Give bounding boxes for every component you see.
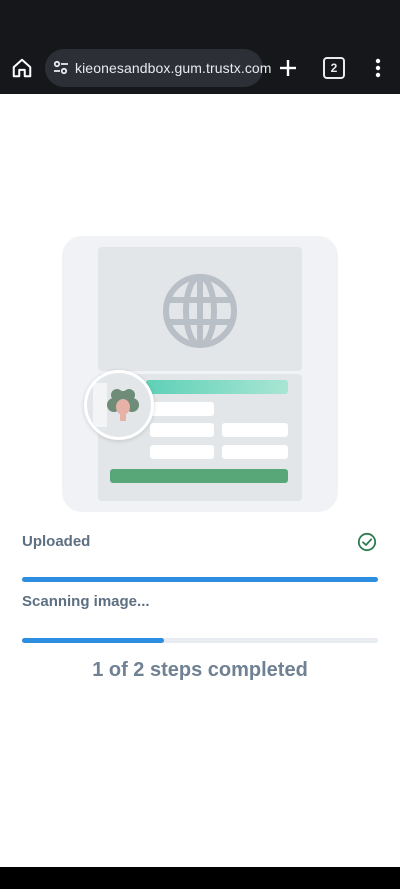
new-tab-button[interactable] bbox=[276, 56, 300, 80]
id-document-illustration bbox=[62, 236, 338, 512]
url-text[interactable]: kieonesandbox.gum.trustx.com bbox=[75, 60, 272, 76]
site-settings-button[interactable] bbox=[51, 58, 71, 78]
uploaded-progress-bar bbox=[22, 577, 378, 582]
scanning-progress-bar bbox=[22, 638, 378, 643]
tune-icon bbox=[53, 60, 68, 75]
document-field bbox=[150, 423, 214, 437]
plus-icon bbox=[280, 60, 296, 76]
home-icon bbox=[12, 58, 32, 78]
uploaded-progress-fill bbox=[22, 577, 378, 582]
uploaded-label: Uploaded bbox=[22, 533, 91, 550]
system-navigation-bar bbox=[0, 867, 400, 889]
browser-toolbar: kieonesandbox.gum.trustx.com 2 bbox=[0, 0, 400, 94]
scanning-label: Scanning image... bbox=[22, 593, 150, 610]
browser-menu-button[interactable] bbox=[368, 56, 388, 80]
steps-completed-text: 1 of 2 steps completed bbox=[92, 659, 308, 681]
scanning-progress-fill bbox=[22, 638, 165, 643]
document-field bbox=[222, 423, 288, 437]
address-bar[interactable]: kieonesandbox.gum.trustx.com bbox=[45, 49, 271, 87]
document-field bbox=[146, 402, 214, 416]
document-photo-avatar bbox=[84, 370, 154, 440]
document-mrz-strip bbox=[110, 469, 288, 483]
status-bar bbox=[0, 0, 400, 40]
more-vert-icon bbox=[375, 58, 381, 78]
document-header-strip bbox=[146, 380, 288, 394]
document-field bbox=[150, 445, 214, 459]
tab-switcher-button[interactable]: 2 bbox=[323, 57, 345, 79]
document-field bbox=[222, 445, 288, 459]
check-circle-icon bbox=[357, 532, 377, 552]
portrait-icon bbox=[93, 383, 139, 427]
globe-icon bbox=[163, 274, 237, 348]
home-button[interactable] bbox=[8, 54, 36, 82]
